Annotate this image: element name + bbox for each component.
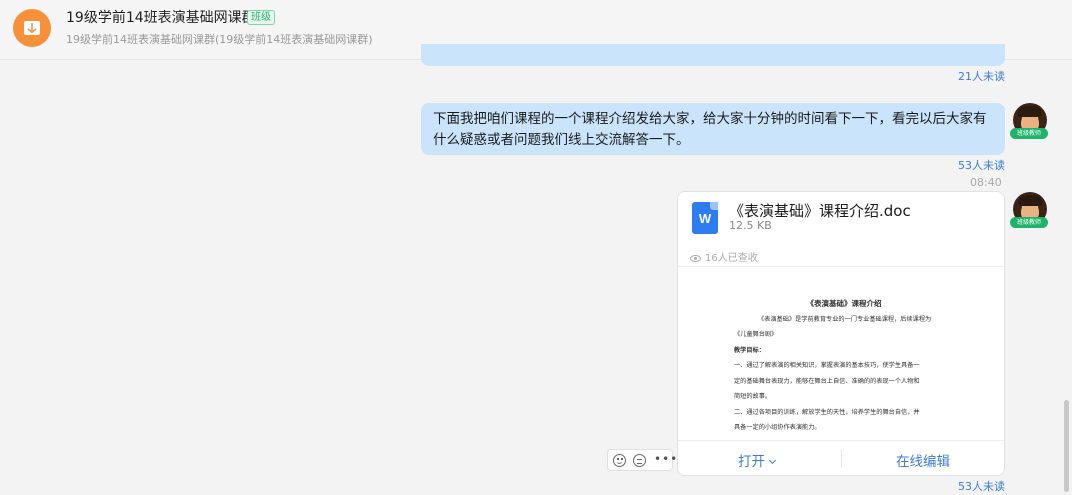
- file-name[interactable]: 《表演基础》课程介绍.doc: [729, 200, 911, 221]
- chat-subtitle: 19级学前14班表演基础网课群(19级学前14班表演基础网课群): [66, 33, 373, 46]
- sender-role-tag: 班级教师: [1010, 217, 1048, 228]
- file-message-card[interactable]: W 《表演基础》课程介绍.doc 12.5 KB 16人已查收 《表演基础》课程…: [677, 191, 1005, 476]
- text-message-bubble[interactable]: 下面我把咱们课程的一个课程介绍发给大家，给大家十分钟的时间看下一下，看完以后大家…: [421, 103, 1005, 155]
- open-button[interactable]: 打开: [738, 450, 777, 470]
- preview-line: 《表演基础》是学前教育专业的一门专业基础课程，后续课程为: [758, 315, 932, 323]
- group-avatar[interactable]: [13, 9, 51, 47]
- file-card-footer: 打开 在线编辑: [678, 440, 1004, 475]
- emoji-icon[interactable]: [613, 454, 626, 467]
- preview-line: 简短的故事。: [734, 393, 772, 400]
- file-size: 12.5 KB: [729, 219, 772, 232]
- previous-message-bubble[interactable]: [421, 44, 1005, 66]
- avatar-hair: [1018, 195, 1042, 206]
- more-icon[interactable]: •••: [654, 452, 678, 466]
- reply-icon[interactable]: [633, 454, 646, 467]
- preview-line: 《儿童舞台剧》: [734, 331, 778, 338]
- preview-line: 教学目标：: [734, 346, 765, 354]
- online-edit-button[interactable]: 在线编辑: [896, 450, 950, 470]
- message-actions: •••: [607, 449, 677, 471]
- preview-line: 定的基础舞台表现力，能够在舞台上自信、准确的的表现一个人物和: [734, 377, 920, 385]
- message-time: 08:40: [970, 176, 1002, 189]
- preview-line: 一、通过了解表演的相关知识，掌握表演的基本技巧，使学生具备一: [734, 362, 920, 369]
- chevron-down-icon: [768, 456, 777, 465]
- class-badge: 班级: [247, 10, 275, 25]
- open-button-label: 打开: [738, 454, 765, 470]
- sender-role-tag: 班级教师: [1010, 128, 1048, 139]
- book-icon: [24, 21, 40, 35]
- file-views[interactable]: 16人已查收: [690, 249, 758, 264]
- preview-line: 具备一定的小组协作表演能力。: [734, 424, 821, 431]
- file-views-label: 16人已查收: [705, 253, 758, 264]
- document-preview[interactable]: 《表演基础》课程介绍 《表演基础》是学前教育专业的一门专业基础课程，后续课程为 …: [734, 292, 954, 440]
- eye-icon: [690, 254, 701, 262]
- footer-divider: [841, 450, 842, 468]
- avatar-hair: [1018, 106, 1042, 117]
- chat-title: 19级学前14班表演基础网课群: [66, 10, 256, 26]
- chat-scrollbar[interactable]: [1064, 400, 1069, 492]
- preview-line: 二、通过各项目的训练，解放学生的天性，培养学生的舞台自信，并: [734, 408, 920, 416]
- preview-title: 《表演基础》课程介绍: [806, 299, 882, 308]
- word-doc-icon: W: [692, 202, 718, 234]
- card-divider: [678, 266, 1004, 267]
- previous-read-count[interactable]: 21人未读: [958, 68, 1005, 84]
- text-message-read-count[interactable]: 53人未读: [958, 157, 1005, 173]
- file-message-read-count[interactable]: 53人未读: [958, 478, 1005, 494]
